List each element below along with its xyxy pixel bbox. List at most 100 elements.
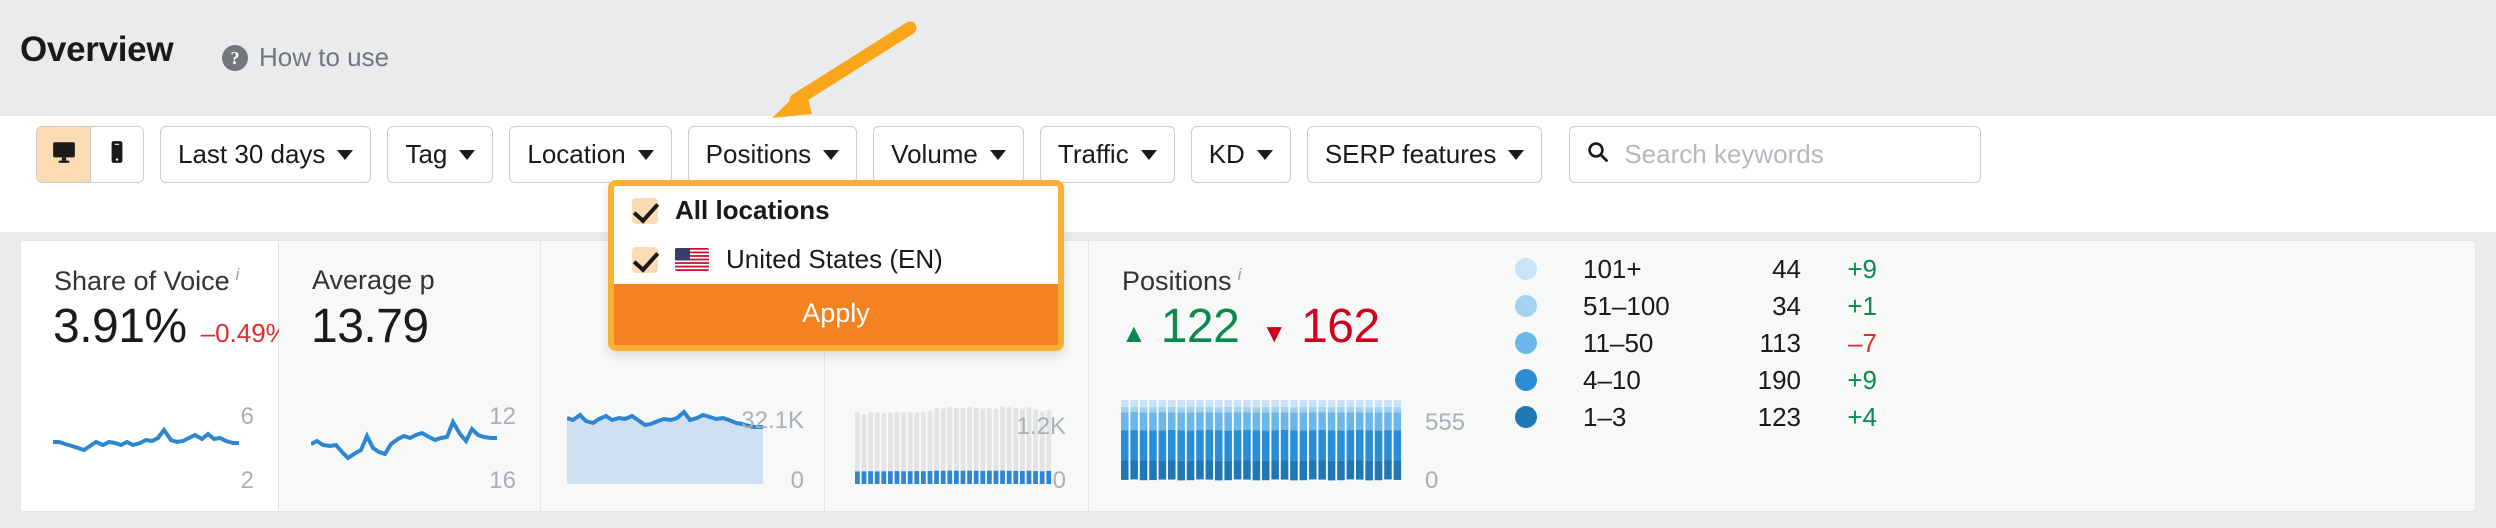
legend-color-dot (1515, 295, 1537, 317)
axis-label-top: 32.1K (741, 407, 804, 434)
legend-count: 34 (1772, 290, 1801, 321)
legend-range: 51–100 (1583, 290, 1670, 321)
page-header: Overview ? How to use (0, 0, 2496, 116)
legend-delta: +9 (1847, 253, 1877, 284)
legend-delta: +9 (1847, 364, 1877, 395)
device-toggle-mobile[interactable] (90, 127, 143, 182)
filter-serp-features[interactable]: SERP features (1306, 126, 1543, 183)
legend-row[interactable]: 101+ 44 +9 (1515, 253, 1877, 284)
page-title: Overview (20, 30, 174, 69)
legend-count: 44 (1772, 253, 1801, 284)
chevron-down-icon (823, 149, 840, 160)
filter-volume[interactable]: Volume (873, 126, 1024, 183)
card-value-up: 122 (1160, 300, 1240, 353)
filter-positions[interactable]: Positions (687, 126, 858, 183)
card-value-row: 3.91% –0.49% (53, 299, 289, 354)
how-to-use-label: How to use (259, 42, 390, 72)
legend-row[interactable]: 4–10 190 +9 (1515, 364, 1877, 395)
triangle-down-icon: ▼ (1261, 318, 1288, 348)
checkbox-checked-icon[interactable] (632, 246, 658, 273)
traffic-area-chart (566, 402, 763, 489)
legend-color-dot (1515, 332, 1537, 354)
legend-range: 11–50 (1583, 327, 1654, 358)
dropdown-option-united-states[interactable]: United States (EN) (614, 235, 1058, 284)
filter-kd[interactable]: KD (1190, 126, 1291, 183)
positions-legend: 101+ 44 +9 51–100 34 +1 11–50 113 –7 4–1… (1515, 253, 1877, 440)
dropdown-option-label: All locations (675, 195, 830, 225)
search-input[interactable] (1624, 139, 1965, 170)
legend-count: 113 (1759, 327, 1801, 358)
chevron-down-icon (1140, 149, 1157, 160)
axis-label-top: 1.2K (1016, 413, 1066, 440)
axis-label-top: 12 (489, 403, 516, 430)
card-value: 3.91% (53, 300, 187, 353)
overview-page: Overview ? How to use Last 30 days Tag L… (0, 0, 2496, 528)
legend-row[interactable]: 51–100 34 +1 (1515, 290, 1877, 321)
location-dropdown-panel: All locations United States (EN) Apply (608, 180, 1064, 351)
card-value-row: ▲ 122 ▼ 162 (1121, 299, 1380, 354)
filter-label: Positions (705, 139, 812, 169)
desktop-icon (51, 139, 77, 170)
card-positions[interactable]: Positionsi ▲ 122 ▼ 162 555 0 101+ 44 +9 (1089, 241, 2475, 511)
chevron-down-icon (637, 149, 654, 160)
axis-label-bottom: 0 (1052, 467, 1066, 494)
card-share-of-voice[interactable]: Share of Voice i 3.91% –0.49% 6 2 (21, 241, 289, 511)
checkbox-checked-icon[interactable] (632, 197, 658, 224)
filter-label: Tag (405, 139, 448, 169)
info-icon[interactable]: i (1238, 265, 1242, 284)
card-value-row: 13.79 (311, 299, 429, 354)
legend-count: 123 (1757, 401, 1801, 432)
filters-toolbar: Last 30 days Tag Location Positions Volu… (36, 126, 1982, 183)
card-title: Average p (312, 265, 435, 295)
axis-label-bottom: 0 (790, 467, 804, 494)
legend-color-dot (1515, 258, 1537, 280)
legend-row[interactable]: 11–50 113 –7 (1515, 327, 1877, 358)
card-delta: –0.49% (200, 318, 289, 348)
filter-traffic[interactable]: Traffic (1039, 126, 1175, 183)
device-toggle-group (36, 126, 144, 183)
legend-range: 4–10 (1583, 364, 1641, 395)
legend-color-dot (1515, 406, 1537, 428)
chevron-down-icon (337, 149, 354, 160)
card-title: Positions i (1122, 265, 1242, 296)
legend-delta: –7 (1848, 327, 1877, 358)
filter-tag[interactable]: Tag (387, 126, 494, 183)
search-keywords-box[interactable] (1569, 126, 1982, 183)
filter-label: Location (527, 139, 626, 169)
legend-row[interactable]: 1–3 123 +4 (1515, 401, 1877, 432)
card-title: Share of Voice i (54, 265, 240, 296)
info-icon[interactable]: i (236, 265, 240, 284)
triangle-up-icon: ▲ (1121, 318, 1147, 348)
legend-count: 190 (1757, 364, 1801, 395)
chevron-down-icon (1256, 149, 1273, 160)
how-to-use-link[interactable]: ? How to use (222, 42, 389, 73)
filter-label: Volume (891, 139, 978, 169)
filter-location[interactable]: Location (509, 126, 672, 183)
filter-label: SERP features (1324, 139, 1497, 169)
legend-delta: +4 (1847, 401, 1877, 432)
legend-color-dot (1515, 369, 1537, 391)
chevron-down-icon (989, 149, 1006, 160)
us-flag-icon (675, 248, 709, 271)
legend-range: 101+ (1583, 253, 1642, 284)
share-of-voice-sparkline (53, 396, 239, 493)
question-mark-icon: ? (222, 44, 248, 71)
device-toggle-desktop[interactable] (37, 127, 90, 182)
dropdown-option-label: United States (EN) (726, 244, 943, 274)
axis-label-top: 555 (1425, 409, 1466, 436)
dropdown-option-all-locations[interactable]: All locations (614, 186, 1058, 235)
filter-label: Last 30 days (178, 139, 326, 169)
average-position-sparkline (310, 396, 497, 493)
filter-last-30-days[interactable]: Last 30 days (160, 126, 372, 183)
apply-button[interactable]: Apply (614, 284, 1058, 345)
legend-delta: +1 (1847, 290, 1877, 321)
card-value-down: 162 (1301, 300, 1380, 353)
metric-cards-strip: Share of Voice i 3.91% –0.49% 6 2 Average… (20, 240, 2476, 512)
axis-label-bottom: 2 (240, 467, 254, 494)
chevron-down-icon (1508, 149, 1525, 160)
card-average-position[interactable]: Average p 13.79 12 16 (279, 241, 541, 511)
positions-stacked-bar-chart (1121, 400, 1403, 493)
mobile-icon (104, 139, 130, 170)
filter-label: KD (1208, 139, 1245, 169)
card-value: 13.79 (311, 300, 429, 353)
